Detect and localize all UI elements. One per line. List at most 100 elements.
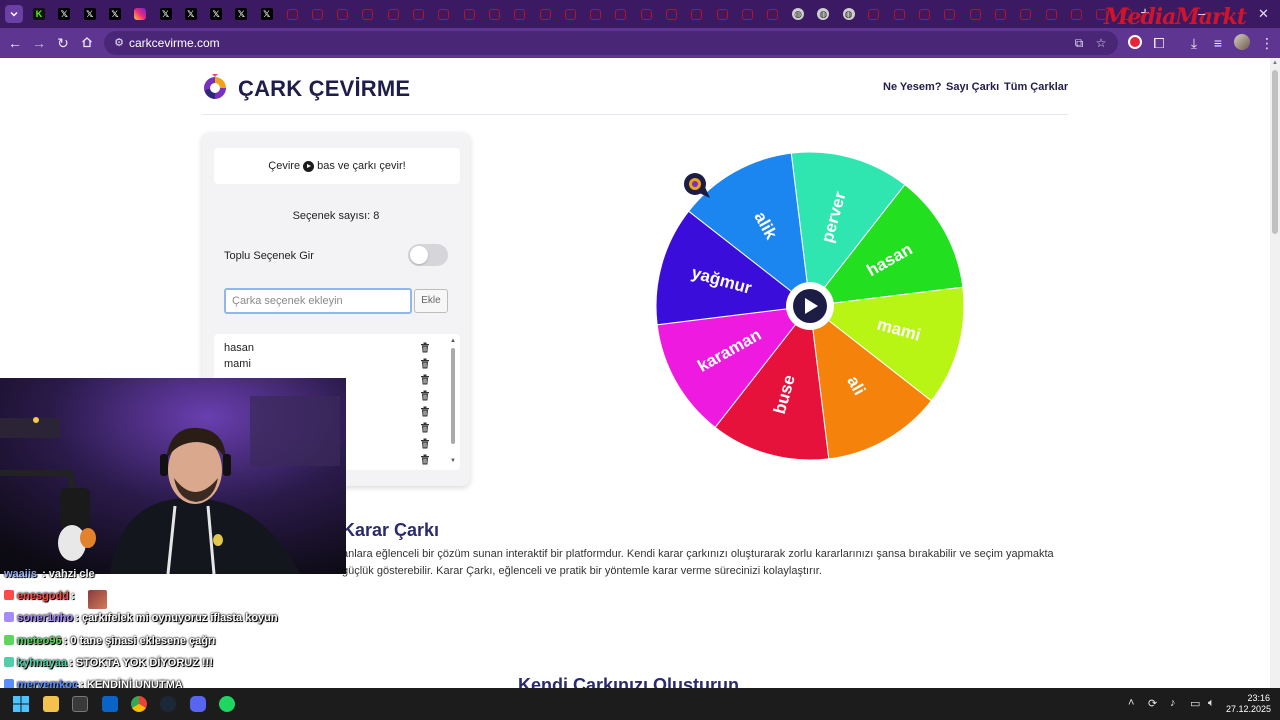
browser-tab[interactable]: 𝕏 <box>231 4 251 24</box>
browser-tab[interactable] <box>282 4 302 24</box>
browser-tab[interactable]: 𝕏 <box>80 4 100 24</box>
home-button[interactable] <box>78 34 96 52</box>
browser-tab[interactable] <box>383 4 403 24</box>
browser-tab[interactable] <box>307 4 327 24</box>
browser-tab[interactable]: ◍ <box>839 4 859 24</box>
forward-button[interactable]: → <box>30 34 48 52</box>
browser-tab[interactable] <box>1041 4 1061 24</box>
start-button[interactable] <box>13 696 29 712</box>
option-input[interactable] <box>224 288 412 314</box>
trash-icon[interactable] <box>420 374 430 385</box>
browser-tab[interactable]: ◍ <box>813 4 833 24</box>
trash-icon[interactable] <box>420 422 430 433</box>
mediamarkt-icon <box>994 8 1006 20</box>
chrome-icon[interactable] <box>131 696 147 712</box>
media-control-icon[interactable]: ≡ <box>1209 34 1227 52</box>
display-icon[interactable]: ▭ <box>1190 697 1200 710</box>
browser-tab[interactable] <box>130 4 150 24</box>
browser-tab[interactable] <box>940 4 960 24</box>
extension-icon[interactable] <box>1128 35 1142 49</box>
add-option-button[interactable]: Ekle <box>414 289 448 313</box>
file-explorer-icon[interactable] <box>43 696 59 712</box>
options-list-scrollbar[interactable]: ▲ ▼ <box>450 338 458 466</box>
spotify-icon[interactable] <box>219 696 235 712</box>
trash-icon[interactable] <box>420 342 430 353</box>
tray-chevron-icon[interactable]: ˄ <box>1128 697 1134 709</box>
browser-tab[interactable]: 𝕏 <box>206 4 226 24</box>
browser-tab[interactable]: 𝕏 <box>257 4 277 24</box>
nav-sayi-carki[interactable]: Sayı Çarkı <box>946 81 999 93</box>
bulk-input-toggle[interactable] <box>408 244 448 266</box>
microphone-icon[interactable]: ♪ <box>1170 697 1176 709</box>
decision-wheel[interactable]: perverhasanmamialibusekaramanyağmuralik <box>640 136 980 476</box>
browser-tab[interactable] <box>915 4 935 24</box>
browser-tab[interactable]: 𝕏 <box>156 4 176 24</box>
trash-icon[interactable] <box>420 438 430 449</box>
trash-icon[interactable] <box>420 390 430 401</box>
browser-tab[interactable] <box>611 4 631 24</box>
outlook-icon[interactable] <box>102 696 118 712</box>
browser-tab[interactable] <box>560 4 580 24</box>
browser-tab[interactable] <box>1066 4 1086 24</box>
trash-icon[interactable] <box>420 454 430 465</box>
browser-tab[interactable] <box>864 4 884 24</box>
back-button[interactable]: ← <box>6 34 24 52</box>
site-title[interactable]: ÇARK ÇEVİRME <box>238 76 410 102</box>
page-scrollbar[interactable]: ▲ <box>1270 58 1280 688</box>
scroll-up-arrow[interactable]: ▲ <box>450 338 456 344</box>
browser-tab[interactable] <box>889 4 909 24</box>
browser-tab[interactable] <box>990 4 1010 24</box>
browser-tab[interactable] <box>662 4 682 24</box>
browser-tab[interactable] <box>1016 4 1036 24</box>
page-scroll-up-arrow[interactable]: ▲ <box>1272 60 1278 66</box>
minimize-button[interactable]: – <box>1198 6 1205 21</box>
browser-tab[interactable] <box>687 4 707 24</box>
store-icon[interactable] <box>72 696 88 712</box>
nav-ne-yesem[interactable]: Ne Yesem? <box>883 81 942 93</box>
site-info-icon[interactable]: ⚙ <box>112 36 126 50</box>
browser-tab[interactable] <box>712 4 732 24</box>
extensions-puzzle-icon[interactable]: ⧠ <box>1150 34 1168 52</box>
bookmark-star-icon[interactable]: ☆ <box>1094 36 1108 50</box>
browser-tab[interactable] <box>459 4 479 24</box>
menu-kebab-icon[interactable]: ⋮ <box>1258 34 1276 52</box>
discord-icon[interactable] <box>190 696 206 712</box>
browser-tab[interactable]: 𝕏 <box>181 4 201 24</box>
volume-icon[interactable]: 🔈︎ <box>1208 697 1215 710</box>
browser-tab[interactable] <box>965 4 985 24</box>
browser-tab[interactable] <box>358 4 378 24</box>
close-window-button[interactable]: ✕ <box>1258 6 1269 22</box>
browser-tab[interactable] <box>484 4 504 24</box>
browser-tab[interactable] <box>737 4 757 24</box>
system-clock[interactable]: 23:16 27.12.2025 <box>1226 693 1271 715</box>
download-icon[interactable]: ⤓ <box>1185 34 1203 52</box>
steam-icon[interactable] <box>160 696 176 712</box>
profile-avatar[interactable] <box>1234 34 1250 50</box>
address-bar[interactable]: ⚙ carkcevirme.com ⧉ ☆ <box>104 31 1118 55</box>
tab-search-button[interactable] <box>5 5 23 23</box>
trash-icon[interactable] <box>420 358 430 369</box>
nav-tum-carklar[interactable]: Tüm Çarklar <box>1004 81 1068 93</box>
browser-tab[interactable] <box>409 4 429 24</box>
browser-tab[interactable]: 𝕏 <box>105 4 125 24</box>
scroll-thumb[interactable] <box>451 348 455 444</box>
trash-icon[interactable] <box>420 406 430 417</box>
browser-tab[interactable]: 𝕏 <box>54 4 74 24</box>
browser-tab[interactable]: ◍ <box>788 4 808 24</box>
browser-tab[interactable] <box>510 4 530 24</box>
browser-tab[interactable] <box>333 4 353 24</box>
chat-message: enesgodd: <box>4 590 107 609</box>
sync-icon[interactable]: ⟳ <box>1148 697 1157 710</box>
page-scroll-thumb[interactable] <box>1272 70 1278 234</box>
reload-button[interactable]: ↻ <box>54 34 72 52</box>
browser-tab[interactable] <box>586 4 606 24</box>
browser-tab[interactable] <box>763 4 783 24</box>
browser-tab[interactable]: K <box>29 4 49 24</box>
scroll-down-arrow[interactable]: ▼ <box>450 458 456 464</box>
tab-strip: K 𝕏 𝕏 𝕏 𝕏 𝕏 𝕏 𝕏 𝕏 ◍ ◍ ◍ + MediaMarkt – ✕ <box>0 0 1280 30</box>
site-logo-icon[interactable] <box>202 74 228 104</box>
browser-tab[interactable] <box>434 4 454 24</box>
install-app-icon[interactable]: ⧉ <box>1072 36 1086 50</box>
browser-tab[interactable] <box>535 4 555 24</box>
browser-tab[interactable] <box>636 4 656 24</box>
